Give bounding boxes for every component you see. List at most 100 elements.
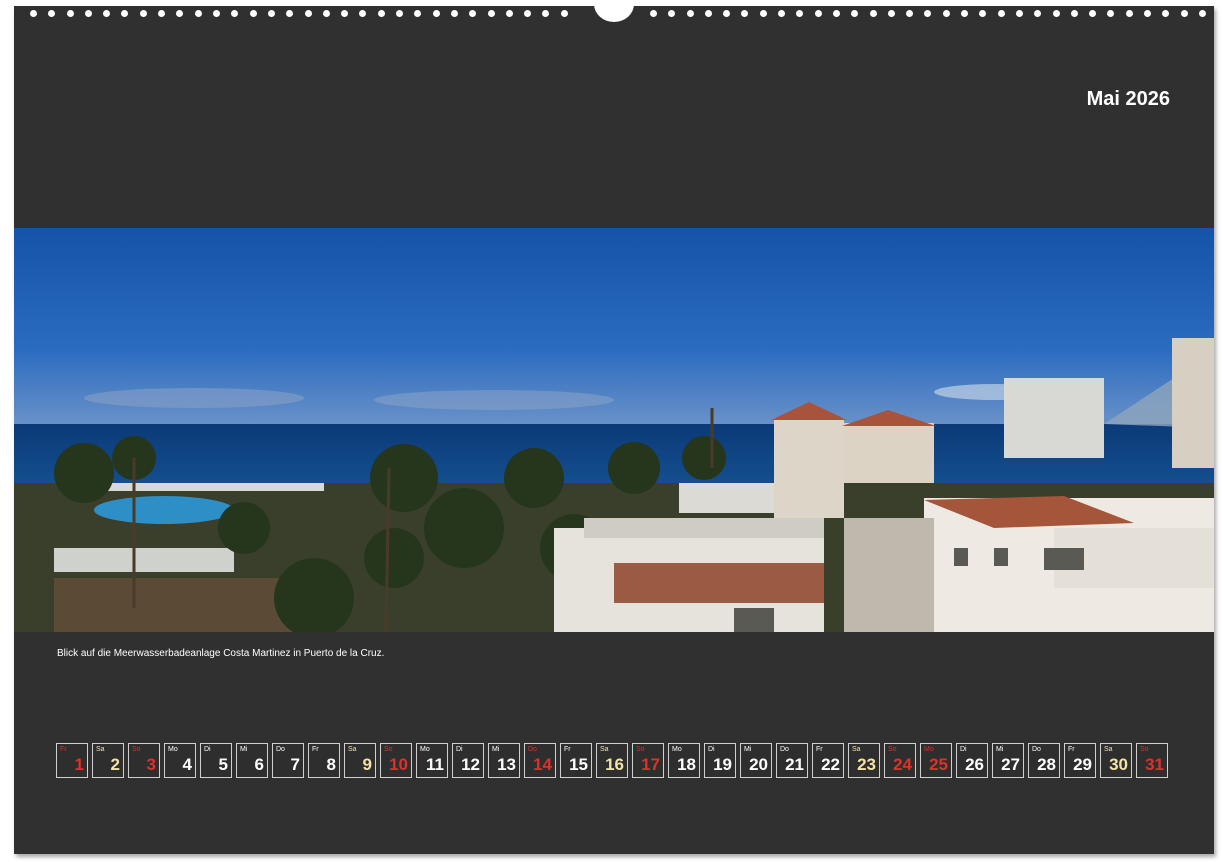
day-number: 21 <box>785 755 804 774</box>
weekday-label: Fr <box>1068 746 1075 753</box>
day-cell: Fr 15 <box>560 743 592 778</box>
binding-hole <box>433 10 440 17</box>
day-cell: Mo 11 <box>416 743 448 778</box>
day-cell: Fr 1 <box>56 743 88 778</box>
binding-hole <box>870 10 877 17</box>
day-cell: Di 12 <box>452 743 484 778</box>
weekday-label: Do <box>528 746 537 753</box>
day-cell: Fr 29 <box>1064 743 1096 778</box>
weekday-label: Sa <box>96 746 105 753</box>
binding-hole <box>286 10 293 17</box>
day-cell: Sa 23 <box>848 743 880 778</box>
day-cell: Sa 16 <box>596 743 628 778</box>
day-number: 2 <box>110 755 120 774</box>
day-number: 29 <box>1073 755 1092 774</box>
binding-hole <box>30 10 37 17</box>
day-number: 9 <box>362 755 372 774</box>
day-number: 16 <box>605 755 624 774</box>
binding-hole <box>1016 10 1023 17</box>
day-number: 4 <box>182 755 192 774</box>
binding-hole <box>760 10 767 17</box>
weekday-label: So <box>132 746 141 753</box>
binding-hole <box>979 10 986 17</box>
weekday-label: Fr <box>564 746 571 753</box>
weekday-label: So <box>1140 746 1149 753</box>
day-cell: Do 7 <box>272 743 304 778</box>
day-cell: Mi 6 <box>236 743 268 778</box>
weekday-label: Fr <box>60 746 67 753</box>
photo-caption: Blick auf die Meerwasserbadeanlage Costa… <box>57 648 385 659</box>
binding-hole <box>1071 10 1078 17</box>
day-number: 8 <box>326 755 336 774</box>
day-number: 27 <box>1001 755 1020 774</box>
day-number: 3 <box>146 755 156 774</box>
binding-hole <box>723 10 730 17</box>
binding-hole <box>158 10 165 17</box>
binding-hole <box>833 10 840 17</box>
day-number: 12 <box>461 755 480 774</box>
binding-hole <box>668 10 675 17</box>
binding-hole <box>961 10 968 17</box>
binding-hole <box>176 10 183 17</box>
day-number: 30 <box>1109 755 1128 774</box>
weekday-label: Mi <box>744 746 752 753</box>
weekday-label: So <box>636 746 645 753</box>
day-cell: So 31 <box>1136 743 1168 778</box>
weekday-label: Mi <box>240 746 248 753</box>
binding-hole <box>396 10 403 17</box>
weekday-label: Mi <box>492 746 500 753</box>
day-cell: Do 14 <box>524 743 556 778</box>
weekday-label: So <box>384 746 393 753</box>
binding-hole <box>524 10 531 17</box>
binding-hole <box>506 10 513 17</box>
binding-hole <box>1199 10 1206 17</box>
binding-hole <box>705 10 712 17</box>
weekday-label: Fr <box>816 746 823 753</box>
day-number: 18 <box>677 755 696 774</box>
weekday-label: Di <box>960 746 967 753</box>
spiral-binding <box>0 0 1222 28</box>
weekday-label: Sa <box>348 746 357 753</box>
day-cell: Mo 4 <box>164 743 196 778</box>
day-cell: So 17 <box>632 743 664 778</box>
day-number: 24 <box>893 755 912 774</box>
day-number: 7 <box>290 755 300 774</box>
day-number: 17 <box>641 755 660 774</box>
binding-hole <box>687 10 694 17</box>
binding-hole <box>305 10 312 17</box>
weekday-label: Fr <box>312 746 319 753</box>
binding-hole <box>943 10 950 17</box>
binding-hole <box>378 10 385 17</box>
hanger-hole <box>594 0 634 22</box>
binding-hole <box>778 10 785 17</box>
binding-hole <box>650 10 657 17</box>
day-number: 31 <box>1145 755 1164 774</box>
binding-hole <box>213 10 220 17</box>
day-number: 13 <box>497 755 516 774</box>
weekday-label: Mo <box>420 746 430 753</box>
day-number: 22 <box>821 755 840 774</box>
day-number: 6 <box>254 755 264 774</box>
binding-hole <box>231 10 238 17</box>
day-cell: So 24 <box>884 743 916 778</box>
day-number: 15 <box>569 755 588 774</box>
binding-hole <box>1034 10 1041 17</box>
weekday-label: Mo <box>168 746 178 753</box>
binding-hole <box>741 10 748 17</box>
binding-hole <box>1053 10 1060 17</box>
weekday-label: Sa <box>852 746 861 753</box>
binding-hole <box>796 10 803 17</box>
binding-hole <box>542 10 549 17</box>
binding-hole <box>488 10 495 17</box>
binding-hole <box>1089 10 1096 17</box>
binding-hole <box>268 10 275 17</box>
day-cell: Di 5 <box>200 743 232 778</box>
day-number: 14 <box>533 755 552 774</box>
month-title: Mai 2026 <box>1086 88 1170 110</box>
binding-hole <box>451 10 458 17</box>
day-cell: Mi 20 <box>740 743 772 778</box>
weekday-label: Mo <box>924 746 934 753</box>
weekday-label: Di <box>456 746 463 753</box>
day-cell: Mi 13 <box>488 743 520 778</box>
binding-hole <box>561 10 568 17</box>
